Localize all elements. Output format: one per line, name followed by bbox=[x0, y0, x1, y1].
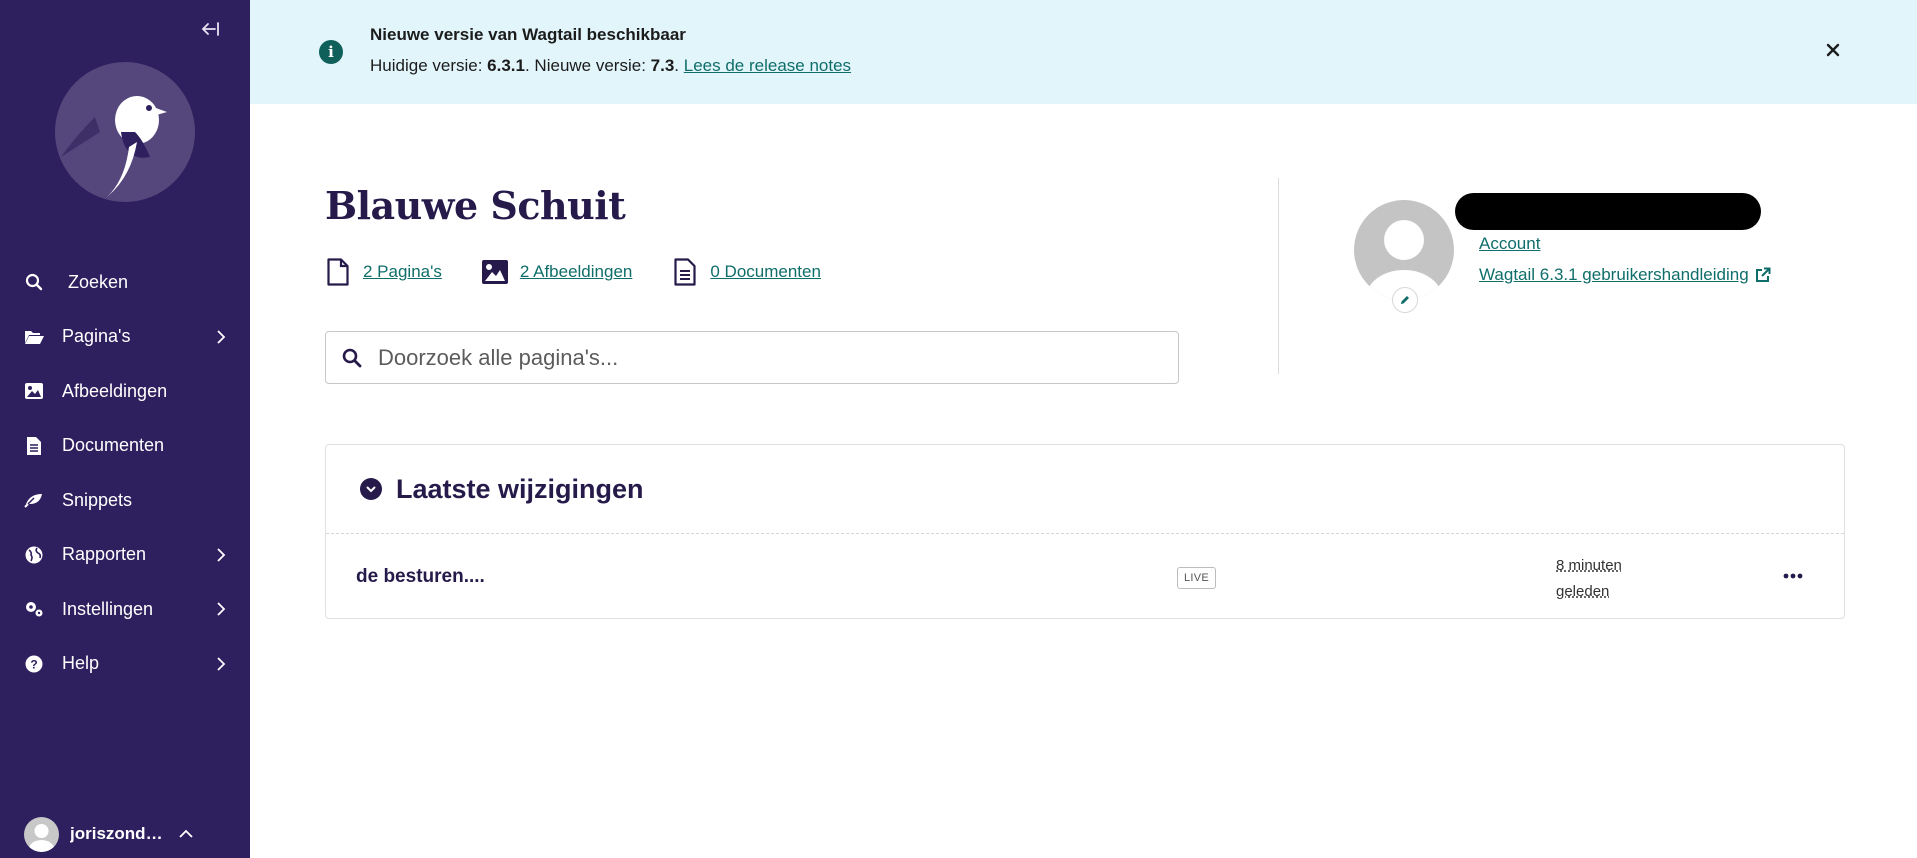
current-version-label: Huidige versie: bbox=[370, 56, 488, 75]
chevron-right-icon bbox=[217, 330, 226, 344]
redacted-username bbox=[1455, 193, 1761, 230]
more-actions-button[interactable] bbox=[1778, 564, 1808, 588]
user-guide-link[interactable]: Wagtail 6.3.1 gebruikershandleiding bbox=[1479, 265, 1771, 285]
user-guide-label: Wagtail 6.3.1 gebruikershandleiding bbox=[1479, 265, 1749, 284]
chevron-right-icon bbox=[217, 657, 226, 671]
new-version-label: . Nieuwe versie: bbox=[524, 56, 651, 75]
recent-edits-toggle[interactable]: Laatste wijzigingen bbox=[326, 445, 1844, 534]
chevron-right-icon bbox=[217, 548, 226, 562]
sidebar-item-label: Help bbox=[62, 653, 100, 674]
sidebar: Zoeken Pagina's Afbeeldingen Documenten bbox=[0, 0, 250, 858]
cogs-icon bbox=[24, 599, 44, 619]
timestamp-line: geleden bbox=[1556, 583, 1610, 600]
close-icon bbox=[1826, 43, 1840, 57]
page-title-link[interactable]: de besturen.... bbox=[356, 566, 485, 588]
collapse-sidebar-button[interactable] bbox=[198, 19, 222, 43]
globe-icon bbox=[24, 545, 44, 565]
banner-text: Huidige versie: 6.3.1. Nieuwe versie: 7.… bbox=[370, 56, 851, 76]
separator: . bbox=[674, 56, 684, 75]
chevron-up-icon bbox=[179, 829, 193, 838]
wagtail-logo[interactable] bbox=[55, 62, 195, 202]
search-icon bbox=[24, 272, 44, 292]
document-icon bbox=[24, 436, 44, 456]
search-form bbox=[325, 331, 1179, 384]
collapse-icon bbox=[201, 22, 219, 36]
status-badge: LIVE bbox=[1177, 567, 1217, 589]
site-summary: 2 Pagina's 2 Afbeeldingen 0 Documenten bbox=[325, 257, 861, 287]
search-input[interactable] bbox=[378, 344, 1158, 371]
sidebar-item-label: Instellingen bbox=[62, 598, 154, 619]
recent-edits-panel: Laatste wijzigingen de besturen.... LIVE… bbox=[325, 444, 1845, 619]
site-title: Blauwe Schuit bbox=[325, 183, 626, 228]
sidebar-item-documents[interactable]: Documenten bbox=[0, 419, 250, 474]
chevron-right-icon bbox=[217, 602, 226, 616]
dots-horizontal-icon bbox=[1783, 573, 1803, 579]
summary-documents-link: 0 Documenten bbox=[710, 262, 821, 281]
summary-images[interactable]: 2 Afbeeldingen bbox=[481, 257, 633, 287]
main-menu: Zoeken Pagina's Afbeeldingen Documenten bbox=[0, 255, 250, 691]
summary-pages[interactable]: 2 Pagina's bbox=[325, 257, 442, 287]
external-link-icon bbox=[1755, 267, 1771, 282]
info-icon: i bbox=[319, 40, 343, 64]
account-menu-toggle[interactable]: joriszondervan... bbox=[0, 810, 250, 858]
divider bbox=[1278, 178, 1279, 374]
sidebar-item-pages[interactable]: Pagina's bbox=[0, 310, 250, 365]
sidebar-item-label: Afbeeldingen bbox=[62, 380, 168, 401]
snippet-icon bbox=[24, 490, 44, 510]
new-version: 7.3 bbox=[650, 56, 675, 75]
dismiss-banner-button[interactable] bbox=[1821, 38, 1845, 62]
sidebar-item-label: Pagina's bbox=[62, 326, 131, 347]
image-icon bbox=[24, 381, 44, 401]
summary-documents[interactable]: 0 Documenten bbox=[672, 257, 821, 287]
panel-title: Laatste wijzigingen bbox=[396, 473, 644, 504]
chevron-down-icon bbox=[360, 478, 382, 500]
wagtail-bird-icon bbox=[55, 62, 195, 202]
sidebar-item-reports[interactable]: Rapporten bbox=[0, 528, 250, 583]
username: joriszondervan... bbox=[70, 824, 172, 843]
timestamp-line: 8 minuten bbox=[1556, 557, 1622, 574]
sidebar-item-settings[interactable]: Instellingen bbox=[0, 582, 250, 637]
sidebar-item-label: Zoeken bbox=[68, 271, 129, 292]
svg-text:?: ? bbox=[30, 657, 37, 671]
avatar bbox=[1354, 200, 1454, 300]
image-icon bbox=[481, 257, 508, 287]
banner-title: Nieuwe versie van Wagtail beschikbaar bbox=[370, 25, 686, 44]
page-icon bbox=[325, 257, 351, 287]
avatar bbox=[24, 816, 59, 852]
doc-icon bbox=[672, 257, 698, 287]
summary-images-link: 2 Afbeeldingen bbox=[519, 262, 633, 281]
account-link[interactable]: Account bbox=[1479, 234, 1540, 254]
folder-open-icon bbox=[24, 327, 44, 347]
search-icon bbox=[342, 348, 362, 367]
edit-avatar-button[interactable] bbox=[1392, 287, 1418, 313]
current-version: 6.3.1 bbox=[487, 56, 525, 75]
table-row: de besturen.... LIVE 8 minuten geleden bbox=[326, 534, 1844, 619]
pencil-icon bbox=[1401, 296, 1409, 304]
sidebar-item-snippets[interactable]: Snippets bbox=[0, 473, 250, 528]
sidebar-item-label: Snippets bbox=[62, 489, 133, 510]
help-icon: ? bbox=[24, 654, 44, 674]
release-notes-link[interactable]: Lees de release notes bbox=[684, 56, 851, 75]
sidebar-item-label: Documenten bbox=[62, 435, 165, 456]
upgrade-notification: i Nieuwe versie van Wagtail beschikbaar … bbox=[250, 0, 1917, 104]
sidebar-item-label: Rapporten bbox=[62, 544, 147, 565]
sidebar-item-help[interactable]: ? Help bbox=[0, 637, 250, 692]
timestamp: 8 minuten geleden bbox=[1556, 553, 1666, 605]
summary-pages-link: 2 Pagina's bbox=[363, 262, 442, 281]
sidebar-item-search[interactable]: Zoeken bbox=[0, 255, 250, 310]
sidebar-item-images[interactable]: Afbeeldingen bbox=[0, 364, 250, 419]
